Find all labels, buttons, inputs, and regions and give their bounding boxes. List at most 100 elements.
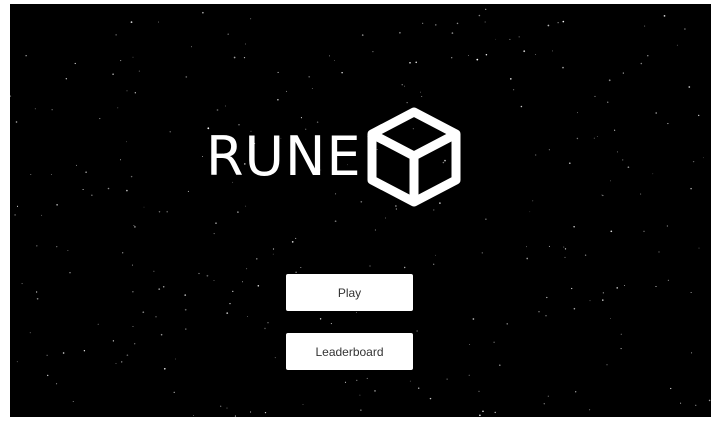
star [14,214,16,216]
star [670,387,672,390]
star [468,374,470,376]
star [620,333,622,335]
star [220,405,222,407]
star [484,21,486,23]
star [535,54,537,55]
star [99,118,101,120]
star [112,73,114,76]
star [543,403,545,405]
star [264,411,267,414]
star [185,328,187,330]
star [596,136,598,137]
star [229,302,231,305]
star [602,299,604,301]
star [479,414,481,417]
star [82,188,84,191]
star [153,270,155,272]
star [698,114,700,117]
star [233,56,236,59]
star [250,411,252,413]
play-button[interactable]: Play [286,274,413,311]
star [72,400,74,402]
star [610,318,611,319]
star [191,46,192,48]
star [663,15,666,17]
star [547,395,549,397]
star [286,90,287,92]
star [242,281,243,283]
star [134,92,136,94]
star [607,101,609,103]
star [35,291,38,293]
star [691,352,693,354]
star [551,50,553,52]
star [56,383,58,385]
star [134,343,136,345]
star [546,296,548,299]
star [601,194,603,196]
star [120,60,122,62]
star [15,121,18,123]
star [627,166,630,169]
star [520,105,523,108]
star [526,246,527,248]
star [666,225,668,227]
star [65,78,67,80]
star [610,180,611,182]
star [162,285,165,288]
star [166,210,168,213]
star [227,33,229,35]
star [356,379,358,381]
star [117,107,119,109]
star [185,76,188,78]
star [319,318,322,320]
star [329,55,330,57]
star [509,78,512,80]
star [213,280,215,282]
star [404,85,406,87]
star [184,308,187,311]
star [132,326,134,327]
star [616,287,618,289]
star [575,391,577,393]
star [264,327,266,330]
star [107,187,110,190]
star [652,173,654,175]
star [482,410,484,413]
star [215,222,217,224]
star [529,211,531,213]
star [548,245,550,247]
star [25,55,27,57]
star [676,44,678,46]
star [158,288,161,290]
star [130,175,133,178]
star [433,263,435,265]
leaderboard-button[interactable]: Leaderboard [286,333,413,370]
star [16,361,18,363]
star [608,79,611,82]
star [523,50,526,53]
star [206,274,209,277]
star [563,246,565,248]
star [547,24,550,27]
star [690,292,692,294]
star [126,354,129,357]
star [272,253,274,255]
star [267,322,269,324]
star [112,340,115,342]
star [369,265,371,267]
star [359,394,361,396]
star [126,141,127,143]
star [429,397,432,400]
star [451,32,454,34]
star [226,407,228,409]
star [421,95,423,98]
star [132,291,134,293]
star [83,350,86,352]
star [422,22,424,24]
star [640,193,642,195]
star [518,36,520,38]
star [640,62,643,65]
star [360,409,362,411]
star [573,226,575,228]
